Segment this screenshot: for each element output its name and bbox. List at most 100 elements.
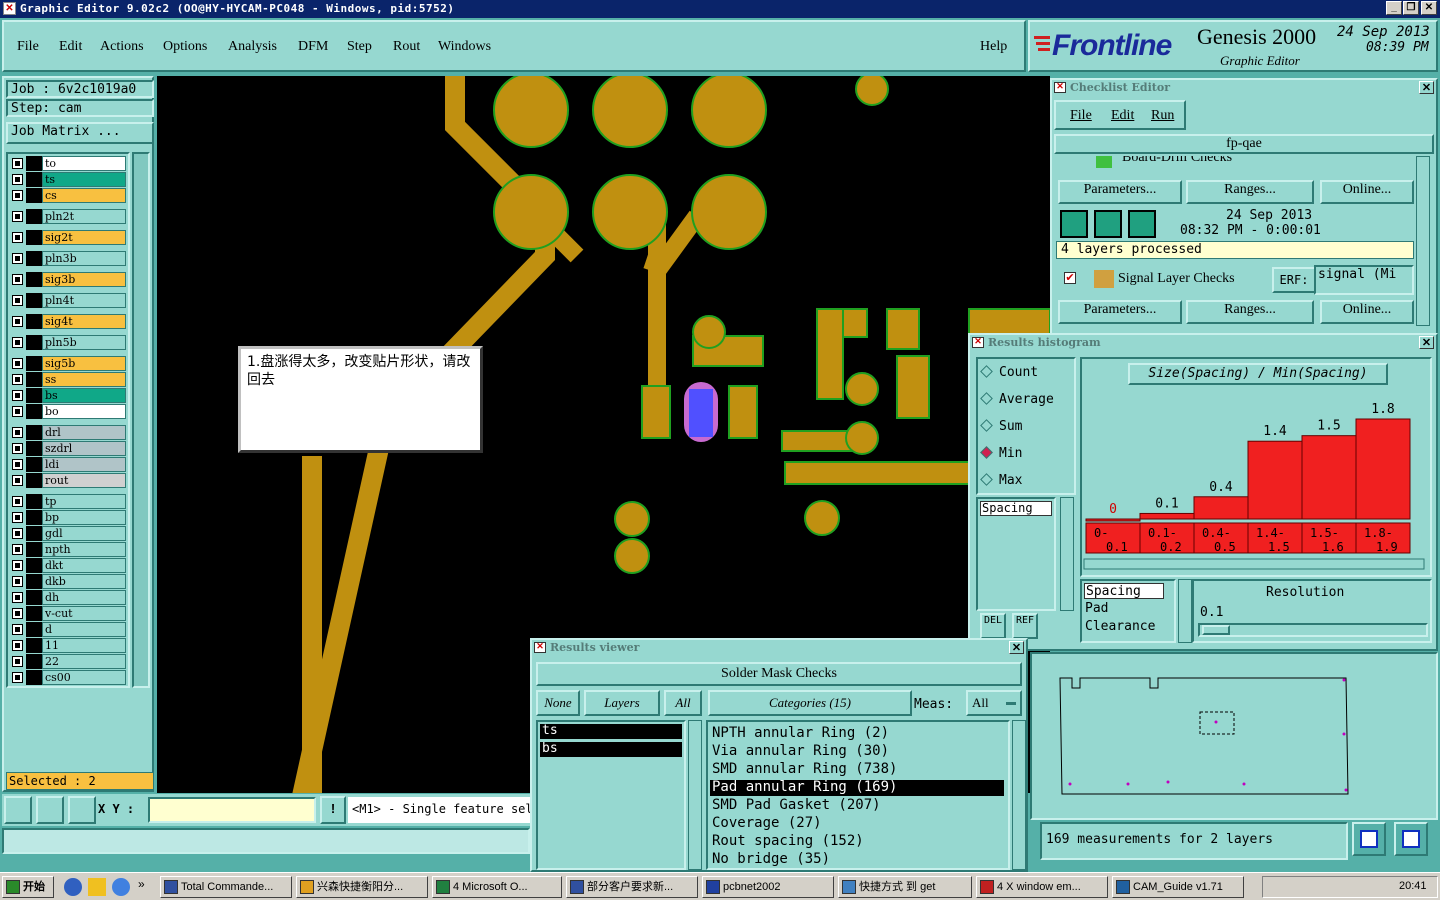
histogram-type-clearance[interactable]: Clearance [1084, 619, 1164, 635]
taskbar-task[interactable]: 快捷方式 到 get [838, 876, 972, 898]
layer-affected-indicator[interactable] [26, 510, 42, 525]
layer-checkbox[interactable] [12, 358, 23, 369]
ranges-button-2[interactable]: Ranges... [1186, 300, 1314, 324]
layer-row-pln2t[interactable]: pln2t [10, 209, 128, 224]
layer-name[interactable]: bo [42, 404, 126, 419]
checklist-row-board-drill[interactable]: Board-Drill Checks [1056, 156, 1416, 170]
layer-checkbox[interactable] [12, 211, 23, 222]
ref-button[interactable]: REF [1012, 613, 1038, 639]
layers-button[interactable]: Layers [584, 690, 660, 716]
checklist-menu-file[interactable]: File [1070, 108, 1092, 124]
run-all-icon[interactable] [1094, 210, 1122, 238]
layer-name[interactable]: pln3b [42, 251, 126, 266]
menu-rout[interactable]: Rout [393, 39, 420, 55]
histogram-option-average[interactable]: Average [980, 392, 1054, 412]
layer-name[interactable]: bp [42, 510, 126, 525]
stop-icon[interactable] [1128, 210, 1156, 238]
layer-affected-indicator[interactable] [26, 574, 42, 589]
run-icon[interactable] [1060, 210, 1088, 238]
results-layer-ts[interactable]: ts [540, 724, 682, 739]
layer-checkbox[interactable] [12, 496, 23, 507]
histogram-bar[interactable] [1139, 512, 1195, 520]
layer-name[interactable]: sig3b [42, 272, 126, 287]
layer-name[interactable]: pln4t [42, 293, 126, 308]
layer-name[interactable]: sig4t [42, 314, 126, 329]
parameters-button-2[interactable]: Parameters... [1058, 300, 1182, 324]
layer-name[interactable]: 22 [42, 654, 126, 669]
layer-row-gdl[interactable]: gdl [10, 526, 128, 541]
layer-row-ss[interactable]: ss [10, 372, 128, 387]
layer-checkbox[interactable] [12, 174, 23, 185]
histogram-option-min[interactable]: Min [980, 446, 1022, 466]
layer-name[interactable]: ldi [42, 457, 126, 472]
layer-row-bs[interactable]: bs [10, 388, 128, 403]
layer-affected-indicator[interactable] [26, 251, 42, 266]
layer-name[interactable]: tp [42, 494, 126, 509]
close-button[interactable]: ✕ [1421, 1, 1437, 15]
erf-button[interactable]: ERF: [1272, 267, 1316, 293]
pointer-tool-icon[interactable] [4, 796, 32, 824]
layer-checkbox[interactable] [12, 544, 23, 555]
layer-row-dkt[interactable]: dkt [10, 558, 128, 573]
layer-row-ldi[interactable]: ldi [10, 457, 128, 472]
layer-checkbox[interactable] [12, 253, 23, 264]
results-category-item[interactable]: No bridge (35) [710, 852, 1004, 868]
radio-icon[interactable] [980, 473, 993, 486]
layer-row-sig5b[interactable]: sig5b [10, 356, 128, 371]
layer-row-pln5b[interactable]: pln5b [10, 335, 128, 350]
layer-checkbox[interactable] [12, 390, 23, 401]
menu-analysis[interactable]: Analysis [228, 39, 277, 55]
results-category-item[interactable]: SMD annular Ring (738) [710, 762, 1004, 778]
results-category-item[interactable]: Coverage (27) [710, 816, 1004, 832]
start-button[interactable]: 开始 [2, 876, 54, 898]
taskbar-task[interactable]: Total Commande... [160, 876, 292, 898]
histogram-bar[interactable] [1085, 518, 1141, 522]
results-layer-scrollbar[interactable] [688, 720, 702, 870]
minimize-button[interactable]: _ [1386, 1, 1402, 15]
layer-affected-indicator[interactable] [26, 335, 42, 350]
results-category-item[interactable]: Pad annular Ring (169) [710, 780, 1004, 796]
layer-affected-indicator[interactable] [26, 404, 42, 419]
layer-row-sig4t[interactable]: sig4t [10, 314, 128, 329]
histogram-type-spacing[interactable]: Spacing [1084, 583, 1164, 599]
layer-row-bp[interactable]: bp [10, 510, 128, 525]
taskbar-task[interactable]: CAM_Guide v1.71 [1112, 876, 1244, 898]
layer-affected-indicator[interactable] [26, 441, 42, 456]
layer-name[interactable]: 11 [42, 638, 126, 653]
layer-checkbox[interactable] [12, 190, 23, 201]
layer-row-22[interactable]: 22 [10, 654, 128, 669]
results-category-item[interactable]: NPTH annular Ring (2) [710, 726, 1004, 742]
layer-name[interactable]: dkt [42, 558, 126, 573]
all-button[interactable]: All [664, 690, 702, 716]
taskbar-task[interactable]: 兴森快捷衡阳分... [296, 876, 428, 898]
histogram-chart[interactable]: 00-0.10.10.1-0.20.40.4-0.51.41.4-1.51.51… [1082, 389, 1430, 575]
layer-checkbox[interactable] [12, 672, 23, 683]
layer-name[interactable]: cs [42, 188, 126, 203]
results-category-item[interactable]: Via annular Ring (30) [710, 744, 1004, 760]
layer-row-sig3b[interactable]: sig3b [10, 272, 128, 287]
categories-button[interactable]: Categories (15) [708, 690, 912, 716]
layer-checkbox[interactable] [12, 528, 23, 539]
layer-affected-indicator[interactable] [26, 372, 42, 387]
xy-input[interactable] [148, 797, 316, 823]
erf-value[interactable]: signal (Mi [1314, 265, 1414, 295]
board-overview-map[interactable] [1032, 654, 1436, 818]
layer-name[interactable]: v-cut [42, 606, 126, 621]
radio-icon[interactable] [980, 446, 993, 459]
layer-name[interactable]: cs00 [42, 670, 126, 685]
layer-row-rout[interactable]: rout [10, 473, 128, 488]
layer-name[interactable]: sig5b [42, 356, 126, 371]
layer-row-dh[interactable]: dh [10, 590, 128, 605]
taskbar-task[interactable]: 4 Microsoft O... [432, 876, 562, 898]
layer-affected-indicator[interactable] [26, 526, 42, 541]
chevron-right-icon[interactable]: » [138, 877, 145, 891]
layer-checkbox[interactable] [12, 316, 23, 327]
signal-check-checkbox[interactable]: ✔ [1064, 272, 1076, 284]
layer-affected-indicator[interactable] [26, 558, 42, 573]
layer-checkbox[interactable] [12, 274, 23, 285]
layer-row-v-cut[interactable]: v-cut [10, 606, 128, 621]
meas-select[interactable]: All [966, 690, 1022, 716]
layer-checkbox[interactable] [12, 576, 23, 587]
online-button-2[interactable]: Online... [1320, 300, 1414, 324]
layer-checkbox[interactable] [12, 337, 23, 348]
